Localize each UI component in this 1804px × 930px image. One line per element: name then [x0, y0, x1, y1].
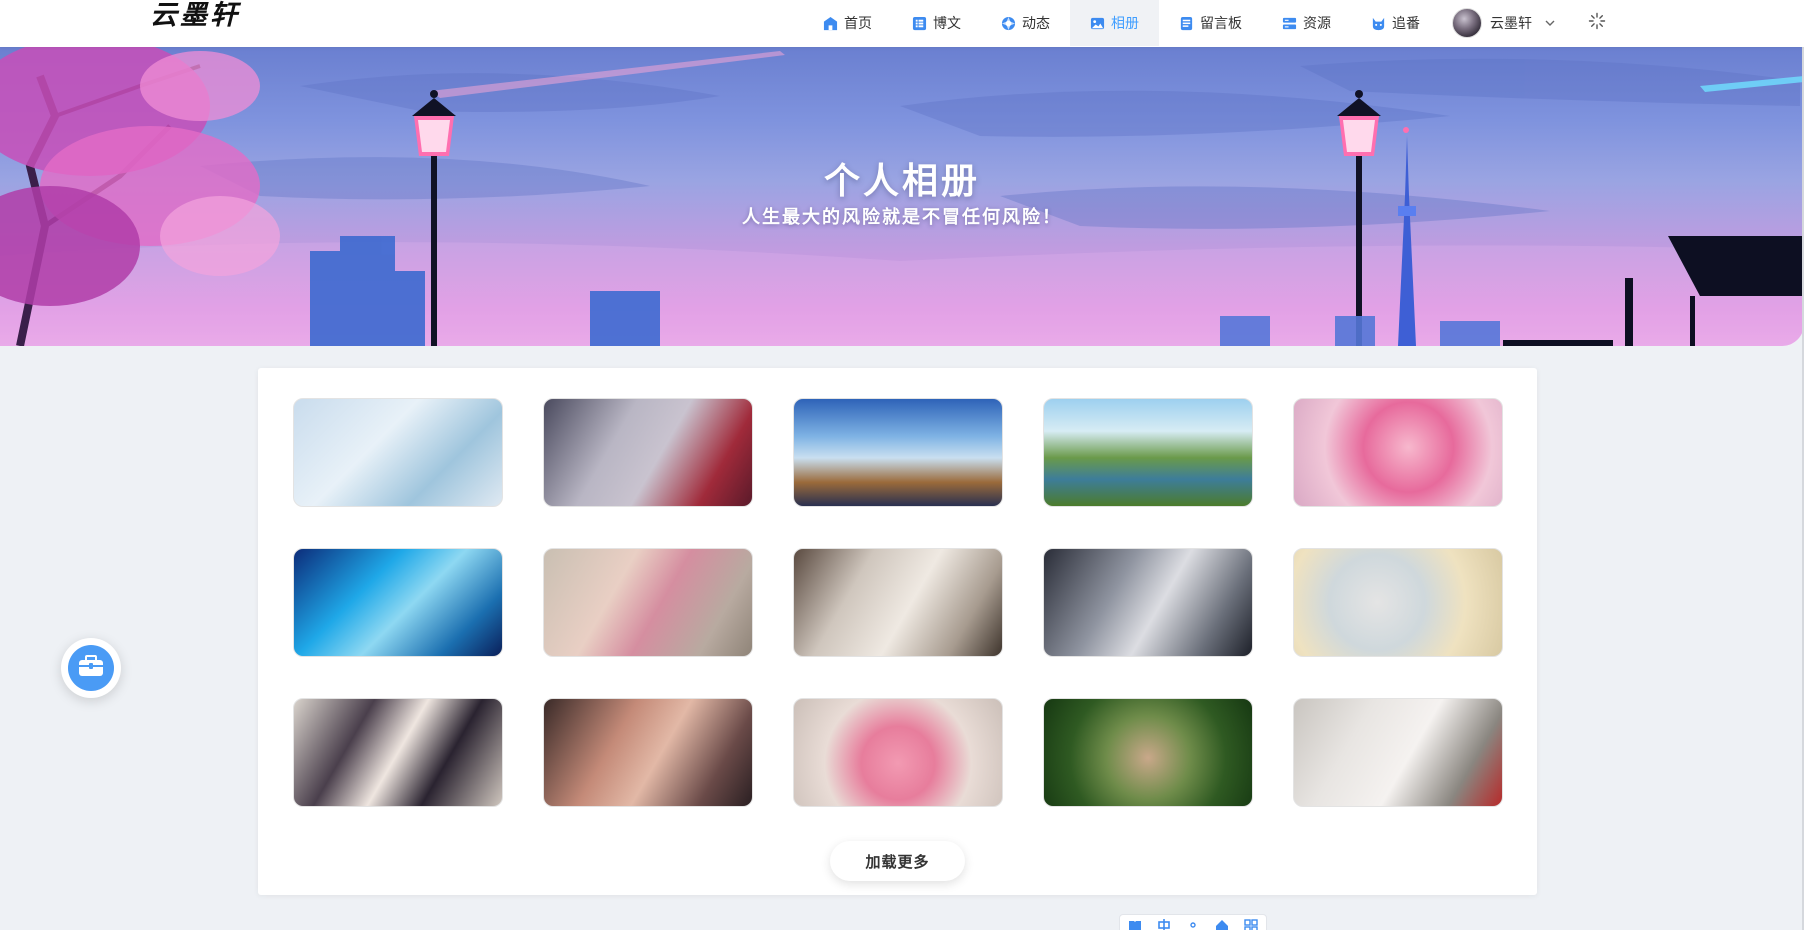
moments-icon [1001, 16, 1016, 31]
photo-thumbnail[interactable] [293, 398, 503, 507]
photo-thumbnail[interactable] [1043, 398, 1253, 507]
nav-item-articles[interactable]: 博文 [892, 0, 981, 46]
nav-item-label: 首页 [844, 16, 872, 32]
photo-thumbnail[interactable] [543, 548, 753, 657]
toolbox-icon [78, 655, 104, 681]
photo-thumbnail[interactable] [1043, 698, 1253, 807]
photo-thumbnail[interactable] [543, 698, 753, 807]
photo-thumbnail[interactable] [1043, 548, 1253, 657]
nav-item-resources[interactable]: 资源 [1262, 0, 1351, 46]
photo-thumbnail[interactable] [543, 398, 753, 507]
top-navbar: 云墨轩 首页 博文 动态 相册 留言板 资源 追番 云墨轩 [0, 0, 1804, 47]
bookmark-icon[interactable] [1127, 918, 1143, 930]
page-title: 个人相册 [823, 161, 980, 202]
nav-item-home[interactable]: 首页 [803, 0, 892, 46]
photo-thumbnail[interactable] [1293, 398, 1503, 507]
photo-thumbnail[interactable] [293, 548, 503, 657]
nav-item-label: 相册 [1111, 16, 1139, 32]
article-list-icon [912, 16, 927, 31]
nav-item-album[interactable]: 相册 [1070, 0, 1159, 46]
resource-icon [1282, 16, 1297, 31]
bottom-mini-toolbar [1119, 914, 1267, 930]
user-menu[interactable]: 云墨轩 [1440, 0, 1568, 46]
photo-thumbnail[interactable] [1293, 698, 1503, 807]
page-subtitle: 人生最大的风险就是不冒任何风险！ [742, 207, 1062, 228]
album-banner: 个人相册 人生最大的风险就是不冒任何风险！ [0, 46, 1804, 346]
user-name: 云墨轩 [1490, 16, 1532, 32]
nav-item-label: 资源 [1303, 16, 1331, 32]
nav-item-label: 博文 [933, 16, 961, 32]
message-board-icon [1179, 16, 1194, 31]
anime-cat-icon [1371, 16, 1386, 31]
grid-icon[interactable] [1243, 918, 1259, 930]
nav-item-message-board[interactable]: 留言板 [1159, 0, 1262, 46]
site-logo[interactable]: 云墨轩 [150, 0, 240, 34]
photo-thumbnail[interactable] [1293, 548, 1503, 657]
picture-icon [1090, 16, 1105, 31]
photo-thumbnail[interactable] [793, 698, 1003, 807]
toolbox-button[interactable] [61, 638, 121, 698]
home-small-icon[interactable] [1214, 918, 1230, 930]
chevron-down-icon [1544, 17, 1556, 29]
album-card: 加载更多 [258, 368, 1537, 895]
nav-item-label: 动态 [1022, 16, 1050, 32]
theme-toggle-button[interactable] [1568, 0, 1626, 46]
home-icon [823, 16, 838, 31]
nav-item-label: 追番 [1392, 16, 1420, 32]
avatar[interactable] [1452, 8, 1482, 38]
toolbox-icon-wrap [68, 645, 114, 691]
photo-thumbnail[interactable] [293, 698, 503, 807]
dot-icon[interactable] [1185, 918, 1201, 930]
photo-thumbnail[interactable] [793, 398, 1003, 507]
load-more-button[interactable]: 加载更多 [830, 841, 965, 881]
chinese-input-icon[interactable] [1156, 918, 1172, 930]
nav-item-anime[interactable]: 追番 [1351, 0, 1440, 46]
nav-menu: 首页 博文 动态 相册 留言板 资源 追番 云墨轩 [803, 0, 1626, 46]
nav-item-moments[interactable]: 动态 [981, 0, 1070, 46]
loading-spinner-icon [1588, 12, 1606, 34]
nav-item-label: 留言板 [1200, 16, 1242, 32]
photo-thumbnail[interactable] [793, 548, 1003, 657]
